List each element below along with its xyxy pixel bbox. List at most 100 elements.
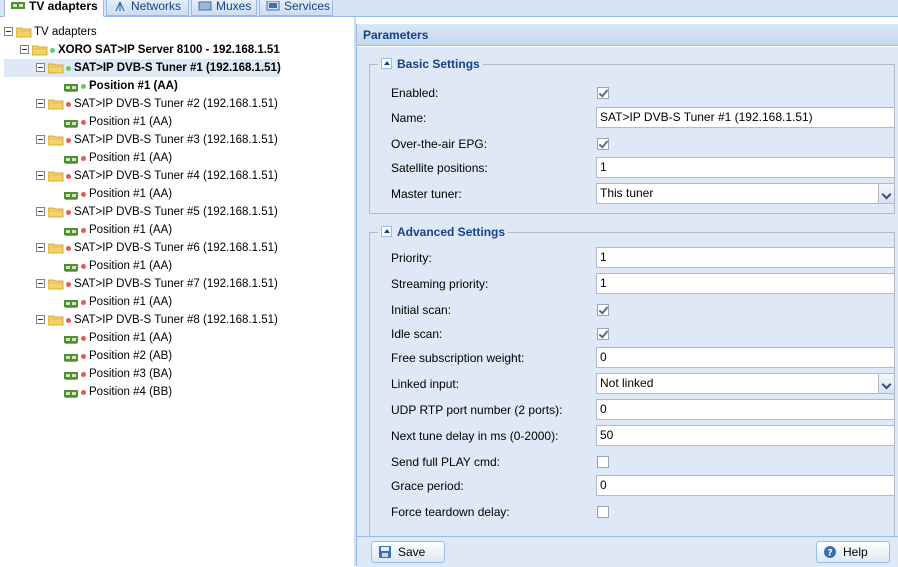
idle-scan-label: Idle scan: [391, 327, 443, 341]
tuner-card-icon [64, 297, 78, 308]
enabled-checkbox[interactable] [597, 87, 609, 99]
udp-port-input[interactable]: 0 [596, 399, 895, 420]
tree-position[interactable]: Position #3 (BA) [4, 365, 344, 383]
status-dot-icon [81, 264, 86, 269]
streaming-priority-input[interactable]: 1 [596, 273, 895, 294]
tree-node-label: Position #1 (AA) [89, 188, 173, 200]
tree-position[interactable]: Position #1 (AA) [4, 185, 344, 203]
priority-input[interactable]: 1 [596, 247, 895, 268]
collapse-toggle[interactable] [4, 27, 13, 36]
teardown-delay-checkbox[interactable] [597, 506, 609, 518]
tuner-card-icon [64, 225, 78, 236]
tab-label: Muxes [216, 0, 252, 13]
tree-tuner[interactable]: SAT>IP DVB-S Tuner #1 (192.168.1.51) [4, 59, 281, 77]
collapse-icon[interactable] [381, 226, 392, 238]
tab-muxes[interactable]: Muxes [191, 0, 257, 16]
collapse-icon[interactable] [381, 58, 392, 70]
help-icon: ? [824, 546, 836, 559]
tab-networks[interactable]: Networks [106, 0, 189, 16]
tuner-card-icon [64, 351, 78, 362]
chevron-down-icon[interactable] [878, 183, 895, 204]
help-button[interactable]: ? Help [816, 541, 890, 563]
tree-node-label: Position #1 (AA) [89, 332, 173, 344]
collapse-toggle[interactable] [36, 243, 45, 252]
tree-node-label: SAT>IP DVB-S Tuner #7 (192.168.1.51) [74, 278, 278, 290]
status-dot-icon [81, 354, 86, 359]
collapse-toggle[interactable] [36, 135, 45, 144]
linked-input-select[interactable]: Not linked [596, 373, 895, 394]
tree-position[interactable]: Position #1 (AA) [4, 113, 344, 131]
tree-node-label: Position #1 (AA) [89, 116, 173, 128]
floppy-disk-icon [379, 546, 391, 558]
panel-body: Basic Settings Enabled: Name: SAT>IP DVB… [357, 47, 898, 536]
advanced-settings-legend[interactable]: Advanced Settings [378, 224, 509, 240]
tree-position[interactable]: Position #4 (BB) [4, 383, 344, 401]
tree-server[interactable]: XORO SAT>IP Server 8100 - 192.168.1.51 [4, 41, 344, 59]
status-dot-icon [81, 300, 86, 305]
tree-position[interactable]: Position #1 (AA) [4, 329, 344, 347]
tab-services[interactable]: Services [259, 0, 333, 16]
tree-tuner[interactable]: SAT>IP DVB-S Tuner #8 (192.168.1.51) [4, 311, 344, 329]
tree-root[interactable]: TV adapters [4, 23, 344, 41]
status-dot-icon [66, 318, 71, 323]
tree-tuner[interactable]: SAT>IP DVB-S Tuner #7 (192.168.1.51) [4, 275, 344, 293]
full-play-label: Send full PLAY cmd: [391, 455, 500, 469]
adapter-tree: TV adapters XORO SAT>IP Server 8100 - 192… [0, 17, 354, 566]
tuner-card-icon [64, 261, 78, 272]
chevron-down-icon[interactable] [878, 373, 895, 394]
epg-checkbox[interactable] [597, 138, 609, 150]
tree-tuner[interactable]: SAT>IP DVB-S Tuner #5 (192.168.1.51) [4, 203, 344, 221]
tree-tuner[interactable]: SAT>IP DVB-S Tuner #3 (192.168.1.51) [4, 131, 344, 149]
tree-node-label: SAT>IP DVB-S Tuner #1 (192.168.1.51) [74, 62, 281, 74]
collapse-toggle[interactable] [36, 279, 45, 288]
collapse-toggle[interactable] [36, 315, 45, 324]
basic-settings-fieldset: Basic Settings Enabled: Name: SAT>IP DVB… [369, 56, 895, 214]
tab-tv-adapters[interactable]: TV adapters [4, 0, 104, 17]
collapse-toggle[interactable] [36, 207, 45, 216]
tree-node-label: SAT>IP DVB-S Tuner #3 (192.168.1.51) [74, 134, 278, 146]
master-tuner-select[interactable]: This tuner [596, 183, 895, 204]
next-tune-delay-input[interactable]: 50 [596, 425, 895, 446]
collapse-toggle[interactable] [20, 45, 29, 54]
status-dot-icon [81, 228, 86, 233]
tree-tuner[interactable]: SAT>IP DVB-S Tuner #2 (192.168.1.51) [4, 95, 344, 113]
teardown-delay-label: Force teardown delay: [391, 505, 510, 519]
save-button[interactable]: Save [371, 541, 445, 563]
collapse-toggle[interactable] [36, 63, 45, 72]
folder-icon [47, 242, 64, 254]
bottom-toolbar: Save ? Help [357, 536, 898, 567]
free-subscription-input[interactable]: 0 [596, 347, 895, 368]
tree-node-label: SAT>IP DVB-S Tuner #2 (192.168.1.51) [74, 98, 278, 110]
tree-tuner[interactable]: SAT>IP DVB-S Tuner #6 (192.168.1.51) [4, 239, 344, 257]
tree-node-label: XORO SAT>IP Server 8100 - 192.168.1.51 [58, 44, 280, 56]
tree-node-label: Position #2 (AB) [89, 350, 173, 362]
folder-icon [47, 62, 64, 74]
full-play-checkbox[interactable] [597, 456, 609, 468]
idle-scan-checkbox[interactable] [597, 328, 609, 340]
collapse-toggle[interactable] [36, 99, 45, 108]
tuner-card-icon [64, 369, 78, 380]
basic-settings-legend[interactable]: Basic Settings [378, 56, 483, 72]
collapse-toggle[interactable] [36, 171, 45, 180]
status-dot-icon [81, 156, 86, 161]
tree-node-label: Position #1 (AA) [89, 224, 173, 236]
svg-text:?: ? [827, 549, 832, 559]
satpos-input[interactable]: 1 [596, 157, 895, 178]
tree-tuner[interactable]: SAT>IP DVB-S Tuner #4 (192.168.1.51) [4, 167, 344, 185]
tree-position[interactable]: Position #1 (AA) [4, 221, 344, 239]
tree-position[interactable]: Position #1 (AA) [4, 293, 344, 311]
tree-position[interactable]: Position #1 (AA) [4, 77, 344, 95]
initial-scan-checkbox[interactable] [597, 304, 609, 316]
tree-position[interactable]: Position #2 (AB) [4, 347, 344, 365]
legend-label: Advanced Settings [397, 225, 506, 239]
status-dot-icon [81, 192, 86, 197]
initial-scan-label: Initial scan: [391, 303, 452, 317]
tab-label: TV adapters [29, 0, 98, 13]
tree-position[interactable]: Position #1 (AA) [4, 257, 344, 275]
advanced-settings-fieldset: Advanced Settings Priority: 1 Streaming … [369, 224, 895, 536]
name-input[interactable]: SAT>IP DVB-S Tuner #1 (192.168.1.51) [596, 107, 895, 128]
folder-icon [31, 44, 48, 56]
grace-period-input[interactable]: 0 [596, 475, 895, 496]
tree-position[interactable]: Position #1 (AA) [4, 149, 344, 167]
status-dot-icon [81, 120, 86, 125]
